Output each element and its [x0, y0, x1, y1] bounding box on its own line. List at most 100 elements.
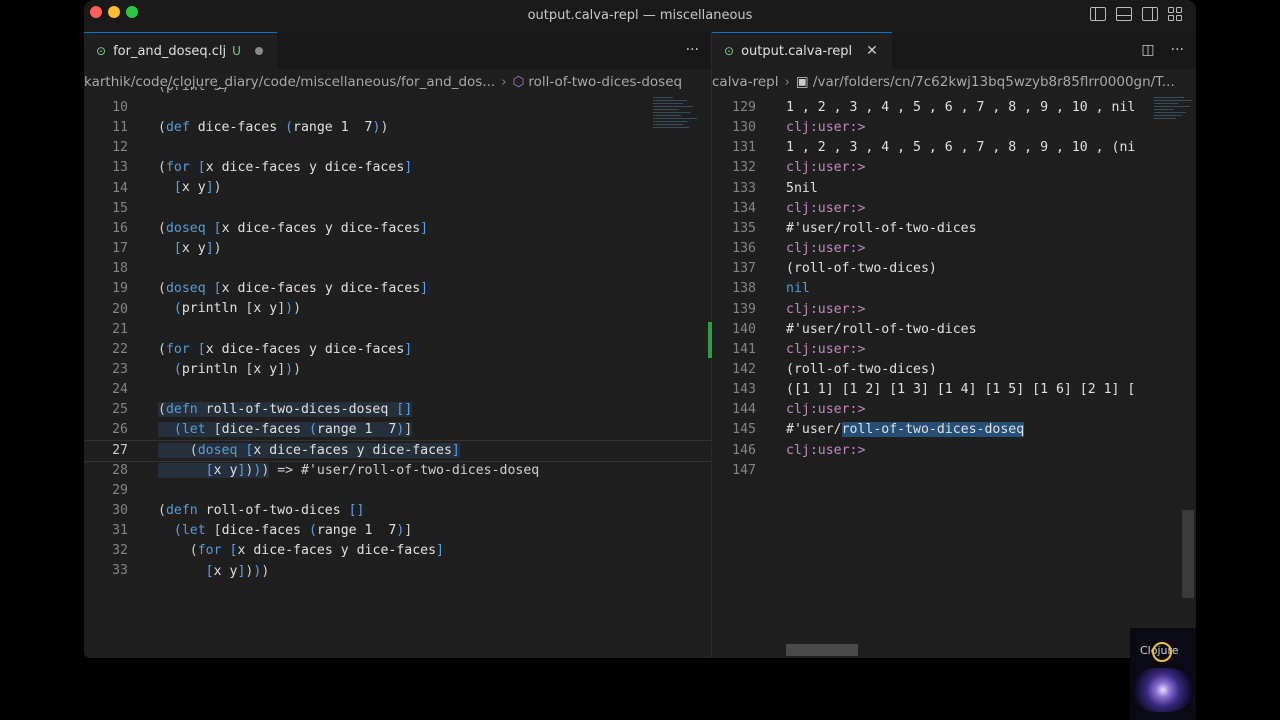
toggle-primary-sidebar-icon[interactable] [1090, 7, 1106, 21]
repl-text: #'user/roll-of-two-dices [786, 321, 977, 337]
repl-line: 131 1 , 2 , 3 , 4 , 5 , 6 , 7 , 8 , 9 , 1… [712, 138, 1196, 158]
repl-output-editor[interactable]: 129 1 , 2 , 3 , 4 , 5 , 6 , 7 , 8 , 9 , 1… [712, 95, 1196, 658]
repl-line: 137 (roll-of-two-dices) [712, 259, 1196, 279]
repl-text: clj:user:> [786, 200, 866, 216]
repl-text: 5nil [786, 180, 818, 196]
line-number: 18 [112, 261, 128, 277]
repl-text: clj:user:> [786, 442, 866, 458]
line-number: 137 [732, 261, 756, 277]
breadcrumb-path[interactable]: /var/folders/cn/7c62kwj13bq5wzyb8r85flrr… [813, 74, 1175, 90]
repl-text: ([1 1] [1 2] [1 3] [1 4] [1 5] [1 6] [2 … [786, 382, 1136, 398]
untracked-badge: U [232, 44, 241, 58]
repl-line: 140 #'user/roll-of-two-dices [712, 320, 1196, 340]
repl-line: 146 clj:user:> [712, 441, 1196, 461]
tab-label: output.calva-repl [741, 43, 853, 59]
repl-text: nil [786, 281, 810, 297]
line-number: 143 [732, 382, 756, 398]
clojure-file-icon: ⊙ [96, 44, 107, 58]
window-title: output.calva-repl — miscellaneous [527, 8, 753, 23]
repl-line: 139 clj:user:> [712, 300, 1196, 320]
line-number: 132 [732, 160, 756, 176]
repl-line: 144 clj:user:> [712, 400, 1196, 420]
more-actions-icon[interactable]: ··· [1171, 42, 1184, 58]
repl-text: #'user/ [786, 422, 842, 438]
line-number: 29 [112, 482, 128, 498]
editor-window: output.calva-repl — miscellaneous ⊙ for_… [84, 0, 1196, 658]
line-number: 147 [732, 462, 756, 478]
line-number: 133 [732, 180, 756, 196]
line-number: 130 [732, 120, 756, 136]
toggle-panel-icon[interactable] [1116, 7, 1132, 21]
line-number: 131 [732, 140, 756, 156]
right-editor-group: ⊙ output.calva-repl ✕ ◫ ··· calva-repl › ▣… [712, 32, 1196, 658]
repl-text: (roll-of-two-dices) [786, 261, 937, 277]
repl-line: 147 [712, 461, 1196, 481]
line-number: 10 [112, 100, 128, 115]
repl-text: clj:user:> [786, 120, 866, 136]
repl-text: clj:user:> [786, 301, 866, 317]
repl-text: 1 , 2 , 3 , 4 , 5 , 6 , 7 , 8 , 9 , 10 ,… [786, 100, 1136, 115]
repl-text: (roll-of-two-dices) [786, 361, 937, 377]
vertical-scrollbar[interactable] [1182, 510, 1194, 598]
tab-label: for_and_doseq.clj [113, 43, 227, 59]
line-number: 144 [732, 402, 756, 418]
close-tab-icon[interactable]: ✕ [866, 43, 878, 59]
split-editor-icon[interactable]: ◫ [1141, 42, 1154, 58]
line-number: 140 [732, 321, 756, 337]
customize-layout-icon[interactable] [1168, 7, 1184, 21]
repl-line: 138 nil [712, 279, 1196, 299]
repl-text: clj:user:> [786, 402, 866, 418]
inline-eval-result: => #'user/roll-of-two-dices-doseq [277, 463, 540, 478]
right-tab-bar: ⊙ output.calva-repl ✕ ◫ ··· [712, 32, 1196, 69]
code-editor[interactable]: (print 5) 101112131415161718192021222324… [84, 87, 711, 658]
tab-output-calva-repl[interactable]: ⊙ output.calva-repl ✕ [712, 32, 892, 69]
line-number: 24 [112, 382, 128, 398]
line-number: 129 [732, 100, 756, 115]
line-number: 135 [732, 220, 756, 236]
line-number: 12 [112, 140, 128, 156]
more-actions-icon[interactable]: ··· [686, 42, 699, 58]
repl-line: 133 5nil [712, 179, 1196, 199]
repl-line: 142 (roll-of-two-dices) [712, 360, 1196, 380]
repl-text: 1 , 2 , 3 , 4 , 5 , 6 , 7 , 8 , 9 , 10 ,… [786, 140, 1136, 156]
left-tab-bar: ⊙ for_and_doseq.clj U ··· [84, 32, 711, 69]
line-number: 21 [112, 321, 128, 337]
unsaved-dot-icon[interactable] [254, 47, 263, 55]
repl-line: 136 clj:user:> [712, 239, 1196, 259]
toggle-secondary-sidebar-icon[interactable] [1142, 7, 1158, 21]
repl-text: clj:user:> [786, 341, 866, 357]
line-number: 136 [732, 241, 756, 257]
breadcrumb: calva-repl › ▣ /var/folders/cn/7c62kwj13bq… [712, 69, 1196, 95]
clojure-file-icon: ⊙ [724, 44, 735, 58]
line-number: 145 [732, 422, 756, 438]
title-bar: output.calva-repl — miscellaneous [84, 0, 1196, 33]
left-editor-group: ⊙ for_and_doseq.clj U ··· karthik/code/c… [84, 32, 712, 658]
clojure-logo-overlay: Clojure [1130, 628, 1196, 720]
breadcrumb-root[interactable]: calva-repl [712, 74, 778, 90]
repl-text: clj:user:> [786, 241, 866, 257]
logo-ring-icon [1152, 642, 1172, 662]
line-number: 139 [732, 301, 756, 317]
repl-line: 141 clj:user:> [712, 340, 1196, 360]
line-number: 142 [732, 361, 756, 377]
line-number: 146 [732, 442, 756, 458]
repl-line: 132 clj:user:> [712, 158, 1196, 178]
repl-line: 134 clj:user:> [712, 199, 1196, 219]
repl-line: 143 ([1 1] [1 2] [1 3] [1 4] [1 5] [1 6] … [712, 380, 1196, 400]
horizontal-scrollbar[interactable] [786, 644, 858, 656]
galaxy-image [1134, 668, 1192, 712]
repl-text: clj:user:> [786, 160, 866, 176]
repl-line: 129 1 , 2 , 3 , 4 , 5 , 6 , 7 , 8 , 9 , 1… [712, 98, 1196, 118]
chevron-right-icon: › [784, 74, 790, 90]
line-number: 138 [732, 281, 756, 297]
repl-line: 135 #'user/roll-of-two-dices [712, 219, 1196, 239]
repl-text: #'user/roll-of-two-dices [786, 220, 977, 236]
partial-line: (print 5) [158, 87, 229, 97]
repl-line: 130 clj:user:> [712, 118, 1196, 138]
line-number: 141 [732, 341, 756, 357]
selected-text[interactable]: roll-of-two-dices-doseq [841, 422, 1025, 438]
tab-for-and-doseq[interactable]: ⊙ for_and_doseq.clj U [84, 32, 277, 69]
folder-icon: ▣ [795, 74, 813, 90]
left-minimap[interactable] [653, 95, 705, 130]
line-number: 15 [112, 200, 128, 216]
